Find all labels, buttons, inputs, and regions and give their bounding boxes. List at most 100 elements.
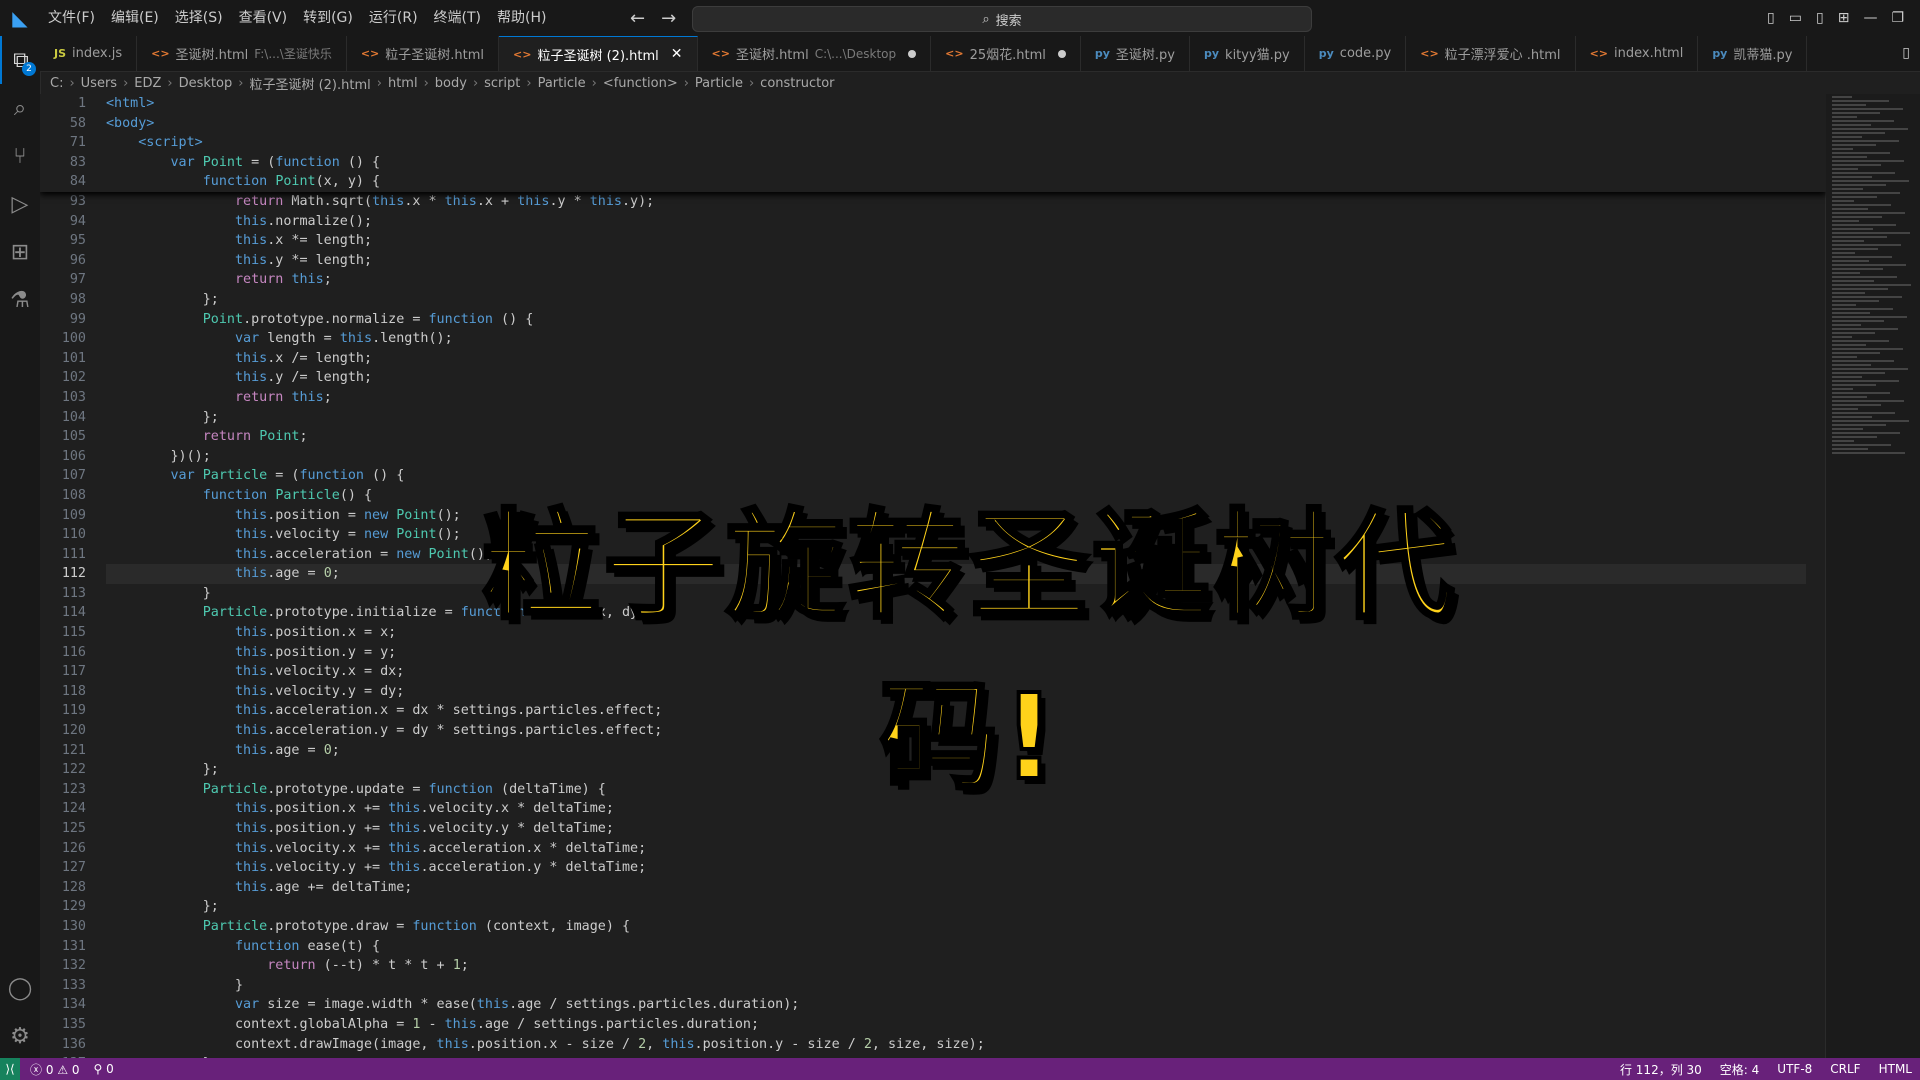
code-line[interactable]: return (--t) * t * t + 1; — [106, 956, 1806, 976]
breadcrumb-item[interactable]: <function> — [603, 76, 678, 91]
code-line[interactable]: })(); — [106, 447, 1806, 467]
code-line[interactable]: context.drawImage(image, this.position.x… — [106, 1035, 1806, 1055]
menu-item[interactable]: 帮助(H) — [489, 0, 554, 36]
code-line[interactable]: function Point(x, y) { — [106, 172, 1806, 192]
code-line[interactable]: return Math.sqrt(this.x * this.x + this.… — [106, 192, 1806, 212]
problems-indicator[interactable]: ⓧ 0 ⚠ 0 — [30, 1061, 80, 1078]
toggle-sidebar-icon[interactable]: ▯ — [1767, 10, 1775, 26]
breadcrumb-item[interactable]: 粒子圣诞树 (2).html — [249, 74, 370, 93]
editor-tab[interactable]: py 圣诞树.py — [1081, 36, 1190, 71]
python-file-icon: py — [1318, 47, 1334, 60]
explorer-icon[interactable]: ⧉ 2 — [0, 36, 40, 84]
editor-tab[interactable]: <> index.html — [1576, 36, 1699, 71]
unsaved-dot-icon[interactable] — [908, 49, 917, 58]
code-line[interactable]: var Point = (function () { — [106, 153, 1806, 173]
code-line[interactable]: this.age += deltaTime; — [106, 878, 1806, 898]
testing-icon[interactable]: ⚗ — [0, 276, 40, 324]
breadcrumb-item[interactable]: Particle — [538, 76, 586, 91]
tab-label: index.html — [1614, 46, 1684, 61]
editor-tab[interactable]: py 凯蒂猫.py — [1698, 36, 1808, 71]
code-line[interactable]: <html> — [106, 94, 1806, 114]
editor-tab[interactable]: JS index.js — [40, 36, 138, 71]
minimize-button[interactable]: — — [1863, 10, 1877, 26]
code-line[interactable]: var size = image.width * ease(this.age /… — [106, 995, 1806, 1015]
breadcrumb-item[interactable]: Users — [81, 76, 117, 91]
language-mode[interactable]: HTML — [1879, 1062, 1912, 1076]
code-line[interactable]: }; — [106, 408, 1806, 428]
code-line[interactable]: Point.prototype.normalize = function () … — [106, 310, 1806, 330]
customize-layout-icon[interactable]: ⊞ — [1838, 10, 1850, 26]
breadcrumb-item[interactable]: body — [435, 76, 467, 91]
end-of-line[interactable]: CRLF — [1830, 1062, 1860, 1076]
sticky-code[interactable]: <html> <body> <script> var Point = (funct… — [106, 94, 1806, 192]
close-tab-icon[interactable]: ✕ — [671, 46, 683, 62]
code-line[interactable]: Particle.prototype.draw = function (cont… — [106, 917, 1806, 937]
menu-item[interactable]: 查看(V) — [231, 0, 296, 36]
code-line[interactable]: }; — [106, 290, 1806, 310]
indentation[interactable]: 空格: 4 — [1720, 1061, 1760, 1078]
sticky-scroll[interactable]: 1 58 71 83 84 <html> <body> <script> var Poin… — [40, 94, 1826, 192]
account-icon[interactable]: ◯ — [0, 964, 40, 1012]
breadcrumb-item[interactable]: script — [484, 76, 520, 91]
encoding[interactable]: UTF-8 — [1777, 1062, 1812, 1076]
breadcrumb-item[interactable]: constructor — [760, 76, 834, 91]
breadcrumb-item[interactable]: C: — [50, 76, 63, 91]
manage-gear-icon[interactable]: ⚙ — [0, 1012, 40, 1060]
source-control-icon[interactable]: ⑂ — [0, 132, 40, 180]
run-debug-icon[interactable]: ▷ — [0, 180, 40, 228]
menu-item[interactable]: 终端(T) — [426, 0, 489, 36]
editor-tab[interactable]: <> 粒子圣诞树 (2).html ✕ — [499, 36, 698, 71]
code-line[interactable]: this.position.y += this.velocity.y * del… — [106, 819, 1806, 839]
toggle-secondary-sidebar-icon[interactable]: ▯ — [1816, 10, 1824, 26]
code-line[interactable]: <body> — [106, 114, 1806, 134]
editor-tab[interactable]: <> 粒子漂浮爱心 .html — [1406, 36, 1576, 71]
code-line[interactable]: return Point; — [106, 427, 1806, 447]
menu-item[interactable]: 编辑(E) — [103, 0, 167, 36]
editor-tab[interactable]: py kityy猫.py — [1190, 36, 1305, 71]
editor-tab[interactable]: <> 圣诞树.html F:\...\圣诞快乐 — [137, 36, 347, 71]
code-line[interactable]: this.y /= length; — [106, 368, 1806, 388]
menu-item[interactable]: 选择(S) — [167, 0, 231, 36]
editor-tab[interactable]: <> 粒子圣诞树.html — [347, 36, 500, 71]
search-view-icon[interactable]: ⌕ — [0, 84, 40, 132]
code-line[interactable]: return this; — [106, 388, 1806, 408]
forward-arrow-icon[interactable]: → — [661, 8, 676, 29]
remote-indicator-icon[interactable]: ⟩⟨ — [0, 1058, 20, 1080]
menu-item[interactable]: 转到(G) — [295, 0, 361, 36]
code-line[interactable]: this.x /= length; — [106, 349, 1806, 369]
code-line[interactable]: function ease(t) { — [106, 937, 1806, 957]
code-line[interactable]: context.globalAlpha = 1 - this.age / set… — [106, 1015, 1806, 1035]
minimap-line — [1832, 300, 1879, 302]
code-line[interactable]: <script> — [106, 133, 1806, 153]
minimap[interactable] — [1825, 94, 1920, 1058]
menu-item[interactable]: 运行(R) — [361, 0, 426, 36]
ports-indicator[interactable]: ⚲ 0 — [94, 1062, 114, 1076]
code-line[interactable]: return this; — [106, 270, 1806, 290]
breadcrumb-item[interactable]: Particle — [695, 76, 743, 91]
split-editor-icon[interactable]: ▯ — [1902, 45, 1910, 61]
toggle-panel-icon[interactable]: ▭ — [1789, 10, 1802, 26]
restore-button[interactable]: ❐ — [1891, 10, 1904, 26]
code-line[interactable]: this.x *= length; — [106, 231, 1806, 251]
editor-tab[interactable]: py code.py — [1305, 36, 1407, 71]
line-number: 119 — [61, 703, 86, 719]
code-line[interactable]: this.normalize(); — [106, 212, 1806, 232]
breadcrumb-item[interactable]: EDZ — [134, 76, 161, 91]
line-number: 125 — [61, 821, 86, 836]
code-line[interactable]: var length = this.length(); — [106, 329, 1806, 349]
breadcrumb-item[interactable]: html — [388, 76, 418, 91]
editor-tab[interactable]: <> 圣诞树.html C:\...\Desktop — [698, 36, 932, 71]
code-line[interactable]: this.velocity.x += this.acceleration.x *… — [106, 839, 1806, 859]
breadcrumb-item[interactable]: Desktop — [179, 76, 233, 91]
extensions-icon[interactable]: ⊞ — [0, 228, 40, 276]
editor-tab[interactable]: <> 25烟花.html — [931, 36, 1081, 71]
cursor-position[interactable]: 行 112，列 30 — [1620, 1061, 1702, 1078]
command-center-search[interactable]: ⌕ 搜索 — [692, 6, 1312, 32]
code-line[interactable]: this.y *= length; — [106, 251, 1806, 271]
menu-item[interactable]: 文件(F) — [40, 0, 103, 36]
unsaved-dot-icon[interactable] — [1057, 49, 1066, 58]
code-line[interactable]: this.velocity.y += this.acceleration.y *… — [106, 858, 1806, 878]
code-line[interactable]: }; — [106, 897, 1806, 917]
code-line[interactable]: } — [106, 976, 1806, 996]
back-arrow-icon[interactable]: ← — [630, 8, 645, 29]
